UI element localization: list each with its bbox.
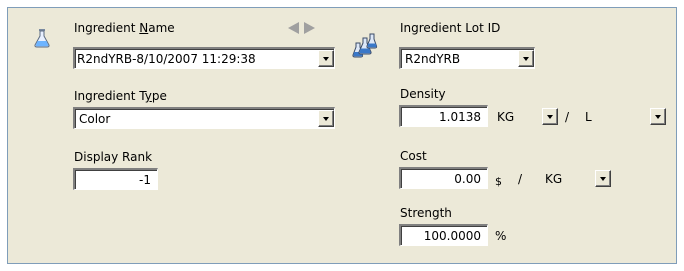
strength-unit: % — [495, 229, 507, 243]
strength-label: Strength — [400, 206, 452, 220]
density-value: 1.0138 — [439, 110, 481, 124]
ingredient-name-combo[interactable]: R2ndYRB-8/10/2007 11:29:38 — [73, 47, 335, 69]
cost-currency: $ — [495, 175, 502, 188]
arrow-right-icon[interactable] — [303, 22, 316, 37]
display-rank-label: Display Rank — [74, 150, 153, 164]
density-unit-numerator: KG — [497, 110, 515, 124]
flask-icon — [33, 28, 51, 51]
arrow-left-icon[interactable] — [287, 22, 300, 37]
ingredient-lot-dropdown-button[interactable] — [518, 50, 534, 67]
ingredient-lot-value: R2ndYRB — [405, 52, 461, 66]
cost-label: Cost — [400, 149, 427, 163]
density-label: Density — [400, 87, 446, 101]
density-denominator-dropdown-button[interactable] — [650, 108, 666, 125]
cost-unit: KG — [545, 172, 563, 186]
ingredient-lot-label: Ingredient Lot ID — [400, 21, 501, 35]
ingredient-lot-combo[interactable]: R2ndYRB — [399, 47, 535, 69]
ingredient-panel: Ingredient Name R2ndYRB-8/10/2007 11:29:… — [7, 7, 677, 264]
density-unit-denominator: L — [585, 110, 592, 124]
density-separator: / — [565, 110, 570, 124]
ingredient-name-label: Ingredient Name — [74, 21, 175, 35]
display-rank-input[interactable]: -1 — [73, 168, 158, 190]
ingredient-type-label: Ingredient Type — [74, 89, 167, 103]
cost-separator: / — [518, 172, 523, 186]
ingredient-type-dropdown-button[interactable] — [318, 110, 334, 127]
flasks-icon — [352, 33, 378, 62]
strength-input[interactable]: 100.0000 — [399, 224, 488, 246]
density-numerator-dropdown-button[interactable] — [542, 108, 558, 125]
cost-input[interactable]: 0.00 — [399, 167, 488, 189]
ingredient-type-value: Color — [79, 112, 111, 126]
density-input[interactable]: 1.0138 — [399, 105, 488, 127]
cost-unit-dropdown-button[interactable] — [595, 170, 611, 187]
ingredient-name-dropdown-button[interactable] — [318, 50, 334, 67]
display-rank-value: -1 — [139, 173, 151, 187]
cost-value: 0.00 — [454, 172, 481, 186]
ingredient-type-combo[interactable]: Color — [73, 107, 335, 129]
strength-value: 100.0000 — [423, 229, 481, 243]
ingredient-name-value: R2ndYRB-8/10/2007 11:29:38 — [77, 52, 256, 66]
